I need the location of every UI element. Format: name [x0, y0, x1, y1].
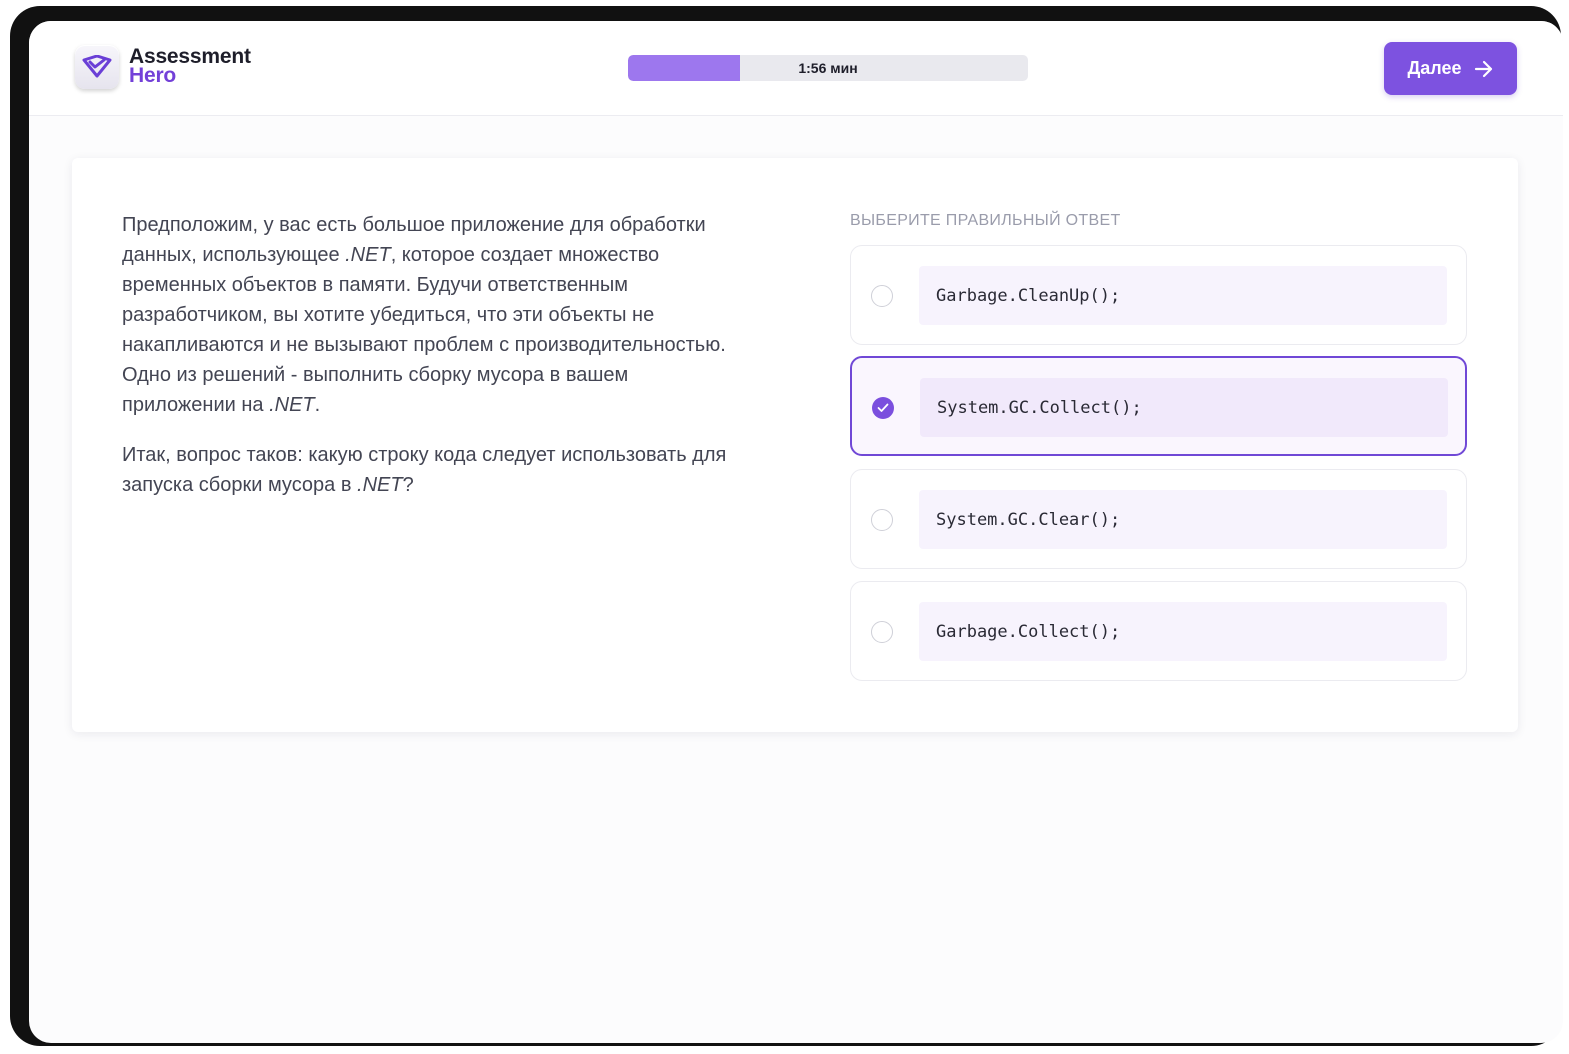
- arrow-right-icon: [1474, 60, 1492, 77]
- question-text-span: ?: [402, 474, 414, 496]
- radio-button[interactable]: [871, 621, 893, 643]
- question-text-span: , которое создает множество временных об…: [122, 244, 726, 416]
- device-frame: Assessment Hero 1:56 мин Далее Предполож…: [10, 6, 1563, 1046]
- timer-progress-bar: 1:56 мин: [628, 55, 1028, 81]
- question-text-span: Итак, вопрос таков: какую строку кода сл…: [122, 444, 727, 496]
- radio-button[interactable]: [871, 509, 893, 531]
- next-button-label: Далее: [1407, 58, 1462, 78]
- app-screen: Assessment Hero 1:56 мин Далее Предполож…: [29, 21, 1563, 1043]
- question-paragraph-2: Итак, вопрос таков: какую строку кода сл…: [122, 440, 742, 500]
- answer-code: System.GC.Clear();: [919, 490, 1447, 549]
- answer-option-3[interactable]: System.GC.Clear();: [850, 469, 1467, 569]
- answer-option-1[interactable]: Garbage.CleanUp();: [850, 245, 1467, 345]
- answer-option-4[interactable]: Garbage.Collect();: [850, 581, 1467, 681]
- radio-button-selected[interactable]: [872, 397, 894, 419]
- question-text: Предположим, у вас есть большое приложен…: [122, 210, 742, 520]
- question-paragraph-1: Предположим, у вас есть большое приложен…: [122, 210, 742, 420]
- answer-code: System.GC.Collect();: [920, 378, 1448, 437]
- radio-button[interactable]: [871, 285, 893, 307]
- answer-code: Garbage.CleanUp();: [919, 266, 1447, 325]
- question-text-span: .: [314, 394, 321, 416]
- net-term: .NET: [357, 474, 403, 496]
- next-button[interactable]: Далее: [1384, 42, 1517, 95]
- net-term: .NET: [345, 244, 391, 266]
- timer-text: 1:56 мин: [798, 60, 858, 76]
- brand-line-hero: Hero: [129, 64, 177, 87]
- brand-name: Assessment Hero: [129, 46, 251, 87]
- answer-option-2[interactable]: System.GC.Collect();: [850, 356, 1467, 456]
- answer-code: Garbage.Collect();: [919, 602, 1447, 661]
- logo-icon: [75, 45, 119, 89]
- question-card: Предположим, у вас есть большое приложен…: [72, 158, 1518, 732]
- answers-title: ВЫБЕРИТЕ ПРАВИЛЬНЫЙ ОТВЕТ: [850, 212, 1121, 229]
- checkmark-icon: [877, 403, 889, 412]
- net-term: .NET: [269, 394, 315, 416]
- header: Assessment Hero 1:56 мин Далее: [29, 21, 1563, 116]
